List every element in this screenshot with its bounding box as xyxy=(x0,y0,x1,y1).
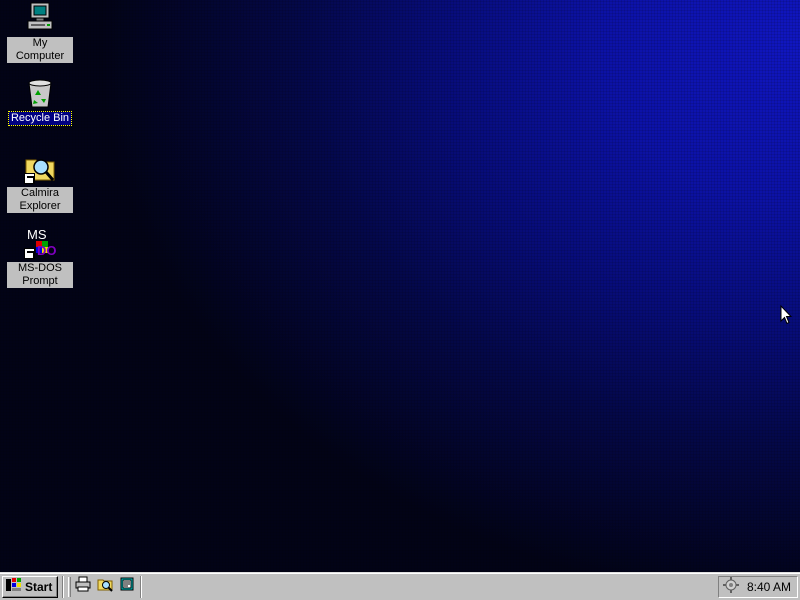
taskbar-clock[interactable]: 8:40 AM xyxy=(747,580,791,594)
start-label: Start xyxy=(25,579,53,594)
calmira-explorer-icon xyxy=(24,152,56,184)
quick-launch-bar xyxy=(74,576,136,597)
system-tray: 8:40 AM xyxy=(718,576,798,598)
my-computer-icon xyxy=(24,2,56,34)
desktop-icon-label: Recycle Bin xyxy=(7,111,73,126)
desktop-icon-recycle-bin[interactable]: Recycle Bin xyxy=(0,77,80,126)
network-icon[interactable] xyxy=(723,576,739,598)
mouse-pointer-icon xyxy=(780,304,793,330)
msdos-prompt-icon: MS DOS xyxy=(24,227,66,259)
desktop-icon-label: MS-DOS Prompt xyxy=(7,262,73,288)
start-button[interactable]: Start xyxy=(2,575,58,598)
notepad-icon xyxy=(119,576,135,597)
desktop-icon-label: My Computer xyxy=(7,37,73,63)
desktop[interactable]: My Computer Recycle Bin Calmira Explorer xyxy=(0,0,800,572)
shortcut-arrow-icon xyxy=(24,248,35,259)
desktop-icon-my-computer[interactable]: My Computer xyxy=(0,2,80,63)
svg-text:DOS: DOS xyxy=(37,243,56,258)
windows-logo-icon xyxy=(6,578,22,595)
quick-launch-printer[interactable] xyxy=(74,576,92,597)
taskbar-divider xyxy=(62,575,64,598)
quick-launch-grip[interactable] xyxy=(68,576,71,597)
explorer-icon xyxy=(97,576,113,597)
desktop-icon-msdos-prompt[interactable]: MS DOS MS-DOS Prompt xyxy=(0,227,80,288)
taskbar: Start 8:40 AM xyxy=(0,572,800,600)
recycle-bin-icon xyxy=(24,77,56,109)
taskbar-divider xyxy=(140,575,142,598)
shortcut-arrow-icon xyxy=(24,173,35,184)
desktop-icon-calmira-explorer[interactable]: Calmira Explorer xyxy=(0,152,80,213)
desktop-icon-label: Calmira Explorer xyxy=(7,187,73,213)
svg-text:MS: MS xyxy=(27,227,47,242)
quick-launch-explorer[interactable] xyxy=(96,578,114,596)
quick-launch-notepad[interactable] xyxy=(118,576,136,597)
printer-icon xyxy=(75,576,91,597)
